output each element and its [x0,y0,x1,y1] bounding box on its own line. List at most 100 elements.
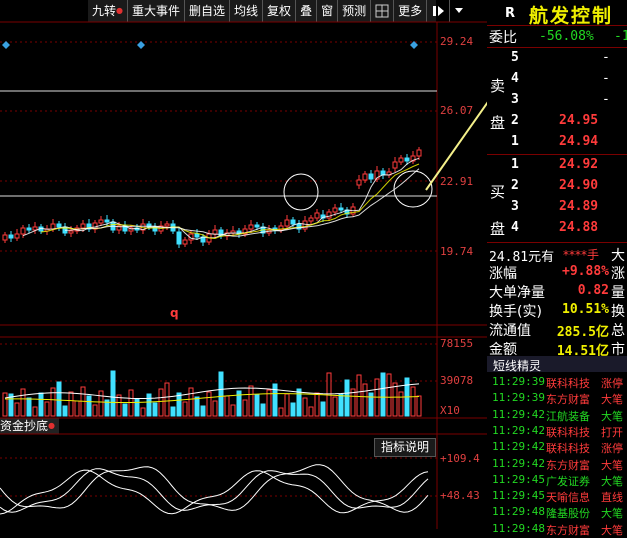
volume-bar [188,387,194,417]
candle-body [80,223,86,229]
volume-bar [410,386,416,417]
candlestick-series [2,147,422,248]
signal-diamond-icon [2,41,10,49]
sell-level: 1 [511,134,519,149]
candle-body [68,230,74,234]
buy-level: 1 [511,157,519,172]
ticker-stock[interactable]: 联科科技 [546,424,590,440]
sell-level: 4 [511,71,519,86]
candle-body [8,234,14,239]
ticker-time: 11:29:42 [492,440,545,454]
volume-bar [218,371,224,417]
ticker-time: 11:29:42 [492,456,545,470]
ticker-time: 11:29:48 [492,521,545,535]
buy-level: 4 [511,220,519,235]
ticker-event: 大笔 [601,474,623,488]
volume-bar [122,403,128,417]
sell-volume: - [602,50,610,65]
volume-bar [50,387,56,417]
ticker-time: 11:29:42 [492,423,545,437]
buy-price[interactable]: 24.89 [559,199,598,214]
stat-tail: 涨 [611,266,625,282]
ticker-stock[interactable]: 隆基股份 [546,505,590,521]
masked-volume: ****手 [563,248,600,262]
candle-body [404,157,410,162]
stat-value: 10.51% [562,302,609,317]
sell-price[interactable]: 24.94 [559,134,598,149]
volume-bar [230,404,236,417]
stock-name[interactable]: 航发控制 [529,1,613,28]
buy-price[interactable]: 24.90 [559,178,598,193]
quote-panel: R 航发控制 委比 -56.08% -1 卖 盘 5 - 4 - 3 - 2 24.9… [487,0,627,537]
sell-price[interactable]: 24.95 [559,113,598,128]
r-label: R [505,6,516,21]
buy-price[interactable]: 24.92 [559,157,598,172]
volume-bar [62,405,68,417]
candle-body [398,157,404,163]
volume-bar [314,392,320,417]
volume-bar [86,395,92,417]
ticker-title[interactable]: 短线精灵 [493,357,541,374]
candle-body [392,161,398,169]
volume-bar [110,370,116,417]
ticker-stock[interactable]: 天喻信息 [546,489,590,505]
ticker-time: 11:29:45 [492,472,545,486]
buy-level: 3 [511,199,519,214]
stat-value: 285.5亿 [556,325,609,340]
volume-bar [176,392,182,417]
volume-bar [278,407,284,417]
candle-body [26,227,32,231]
candle-body [32,226,38,231]
ticker-stock[interactable]: 联科科技 [546,440,590,456]
candle-body [290,219,296,225]
weibi-extra: -1 [614,29,627,44]
sell-volume: - [602,92,610,107]
volume-bar [74,400,80,417]
volume-bar [356,374,362,417]
candle-body [212,229,218,235]
volume-bars [2,370,422,417]
candle-body [2,234,8,241]
volume-bar [308,406,314,417]
volume-bar [326,372,332,417]
candle-body [326,211,332,219]
moving-average-line [40,163,420,240]
volume-bar [242,399,248,417]
indicator-line [0,464,429,513]
candle-body [338,207,344,211]
weibi-value: -56.08% [539,29,594,44]
volume-bar [272,383,278,417]
volume-bar [386,373,392,417]
volume-bar [224,395,230,417]
buy-price[interactable]: 24.88 [559,220,598,235]
ticker-stock[interactable]: 联科科技 [546,375,590,391]
ticker-stock[interactable]: 东方财富 [546,522,590,538]
volume-bar [320,401,326,417]
weibi-label: 委比 [489,30,517,46]
ticker-stock[interactable]: 东方财富 [546,391,590,407]
candle-body [368,173,374,180]
chart-area[interactable]: 九转● 重大事件 删自选 均线 复权 叠 窗 预测 更多 29.24 26.07… [0,0,487,529]
ticker-stock[interactable]: 广发证券 [546,473,590,489]
ticker-event: 大笔 [601,458,623,472]
stat-tail: 量 [611,285,625,301]
volume-bar [26,397,32,417]
ticker-stock[interactable]: 江航装备 [546,408,590,424]
buy-side-label: 盘 [490,220,506,238]
candle-body [248,224,254,230]
volume-bar [146,393,152,417]
volume-bar [398,391,404,417]
candle-body [254,224,260,228]
sell-level: 3 [511,92,519,107]
sell-side-label: 盘 [490,114,506,132]
ticker-stock[interactable]: 东方财富 [546,457,590,473]
ticker-event: 打开 [601,425,623,439]
candle-body [362,173,368,181]
stat-label: 流通值 [489,323,531,339]
chart-grid [0,21,487,529]
volume-bar [2,392,8,417]
ticker-time: 11:29:39 [492,391,545,405]
volume-bar [128,389,134,417]
ticker-time: 11:29:48 [492,505,545,519]
volume-bar [254,394,260,417]
